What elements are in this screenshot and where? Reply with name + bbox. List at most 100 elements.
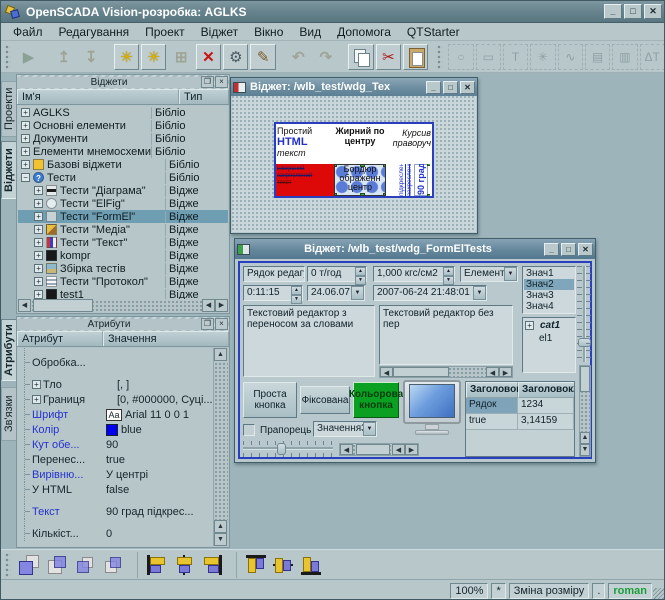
align-top-icon[interactable] — [236, 552, 268, 578]
close-button[interactable]: ✕ — [460, 81, 475, 94]
toggle-button[interactable]: Фіксована — [300, 386, 350, 414]
scroll-right-icon[interactable]: ▶ — [405, 444, 418, 455]
exec-icon[interactable]: ▶ — [16, 44, 41, 70]
maximize-button[interactable]: □ — [561, 243, 576, 256]
formel-selection-frame[interactable]: Рядок редагу 0 т/год ▲▼ 1,000 кгс/см2 ▲▼… — [238, 261, 592, 459]
rise-up-icon[interactable] — [72, 552, 98, 578]
vertical-slider[interactable] — [577, 266, 591, 362]
scroll-thumb[interactable] — [33, 299, 93, 312]
scroll-up-icon[interactable]: ▲ — [214, 348, 227, 361]
tree-row[interactable]: + Тести "Медіа" Відже — [18, 223, 228, 236]
tree-row[interactable]: + Основні елементи Бібліо — [18, 119, 228, 132]
attribute-row[interactable]: Шрифт Aa Arial 11 0 0 1 — [24, 407, 213, 422]
tree-expander-icon[interactable]: + — [34, 225, 43, 234]
tree-row[interactable]: + Тести "Протокол" Відже — [18, 275, 228, 288]
tree-expander-icon[interactable]: + — [21, 147, 30, 156]
minimize-button[interactable]: _ — [604, 4, 622, 19]
palette-toolbar-drag-handle[interactable] — [437, 45, 443, 69]
tree-expander-icon[interactable]: + — [21, 121, 30, 130]
list-item[interactable]: Знач4 — [524, 301, 574, 312]
vertical-scrollbar[interactable]: ▲ ▼ — [579, 365, 591, 457]
attribute-row[interactable] — [24, 519, 213, 526]
tree-expander-icon[interactable]: + — [21, 134, 30, 143]
attribute-row[interactable]: У HTML false — [24, 482, 213, 497]
column-name[interactable]: Ім'я — [17, 89, 179, 104]
scroll-left-icon[interactable]: ◀ — [392, 444, 405, 455]
minimize-button[interactable]: _ — [426, 81, 441, 94]
list-item[interactable]: Знач2 — [524, 279, 574, 290]
attribute-row[interactable]: Обробка... — [24, 355, 213, 370]
line-edit-field[interactable]: Рядок редагу — [243, 266, 305, 282]
real-spinbox[interactable]: 1,000 кгс/см2 ▲▼ — [373, 266, 455, 282]
spin-up-icon[interactable]: ▲ — [443, 267, 454, 276]
scroll-left-icon[interactable]: ◀ — [202, 299, 215, 312]
attr-expander-icon[interactable]: + — [32, 380, 41, 389]
attributes-vscrollbar[interactable]: ▲ ▲ ▼ — [214, 348, 228, 546]
text-window-canvas[interactable]: Простий HTML текст Жирний по центру Курс… — [232, 96, 476, 232]
tree-expander-icon[interactable]: + — [34, 277, 43, 286]
text-window-titlebar[interactable]: Віджет: /wlb_test/wdg_Tex _ □ ✕ — [231, 78, 477, 96]
scroll-left-icon[interactable]: ◀ — [340, 444, 353, 455]
attributes-panel-header[interactable]: Атрибути ❐ × — [17, 317, 229, 331]
textarea-hscrollbar[interactable]: ◀ ◀ ▶ — [379, 366, 513, 378]
tree-row[interactable]: + Тести "FormEl" Відже — [18, 210, 228, 223]
tree-expander-icon[interactable]: + — [34, 186, 43, 195]
scroll-left-icon[interactable]: ◀ — [380, 367, 393, 377]
db-save-icon[interactable]: ↧ — [78, 44, 103, 70]
spin-up-icon[interactable]: ▲ — [355, 267, 366, 276]
scroll-down-icon[interactable]: ▼ — [580, 444, 590, 456]
combo-dropdown-icon[interactable]: ▼ — [473, 286, 486, 300]
simple-button[interactable]: Проста кнопка — [243, 382, 297, 418]
tree-row[interactable]: + Збірка тестів Відже — [18, 262, 228, 275]
align-right-icon[interactable] — [199, 552, 225, 578]
toolbar-drag-handle[interactable] — [5, 45, 11, 69]
scroll-left-icon[interactable]: ◀ — [486, 367, 499, 377]
scroll-thumb[interactable] — [393, 367, 449, 377]
tree-row[interactable]: + Тести "ElFig" Відже — [18, 197, 228, 210]
element-combobox[interactable]: Елемент ▼ — [460, 266, 518, 282]
attribute-row[interactable]: Текст 90 град підкрес... — [24, 504, 213, 519]
tree-row[interactable]: + AGLKS Бібліо — [18, 106, 228, 119]
values-listbox[interactable]: Знач1Знач2Знач3Знач4 — [522, 266, 576, 314]
horizontal-scrollbar[interactable]: ◀ ◀ ▶ — [339, 443, 419, 456]
tree-row[interactable]: + Тести "Діаграма" Відже — [18, 184, 228, 197]
scroll-down-icon[interactable]: ▼ — [214, 533, 227, 546]
tree-row[interactable]: + kompr Відже — [18, 249, 228, 262]
attribute-row[interactable] — [24, 370, 213, 377]
column-type[interactable]: Тип — [179, 89, 229, 104]
cut-icon[interactable]: ✂ — [376, 44, 401, 70]
table-cell[interactable]: 3,14159 — [518, 414, 574, 430]
text-cell-border-image[interactable]: Бордюр ображенн центр — [334, 164, 386, 196]
attributes-panel-close-icon[interactable]: × — [215, 318, 228, 330]
minimize-button[interactable]: _ — [544, 243, 559, 256]
list-item[interactable]: Знач3 — [524, 290, 574, 301]
value-combobox[interactable]: Значення3 ▼ — [313, 421, 377, 437]
main-titlebar[interactable]: OpenSCADA Vision-розробка: AGLKS _ □ ✕ — [1, 1, 665, 23]
datetime-picker[interactable]: 2007-06-24 21:48:01 ▼ — [373, 285, 487, 301]
spin-down-icon[interactable]: ▼ — [443, 276, 454, 285]
item-edit-icon[interactable]: ✎ — [250, 44, 275, 70]
attribute-row[interactable]: Перенес... true — [24, 452, 213, 467]
scroll-left-icon[interactable]: ◀ — [18, 299, 31, 312]
dock-tab-links[interactable]: Зв'язки — [1, 387, 16, 441]
menu-item[interactable]: QTStarter — [399, 24, 468, 40]
attribute-row[interactable] — [24, 497, 213, 504]
column-attribute[interactable]: Атрибут — [17, 331, 103, 346]
close-button[interactable]: ✕ — [578, 243, 593, 256]
new-visual-item-icon[interactable]: ✳ — [114, 44, 139, 70]
spin-down-icon[interactable]: ▼ — [355, 276, 366, 285]
close-button[interactable]: ✕ — [644, 4, 662, 19]
color-button[interactable]: Кольорова кнопка — [353, 382, 399, 418]
attr-expander-icon[interactable]: + — [32, 395, 41, 404]
align-bottom-icon[interactable] — [298, 552, 324, 578]
time-spinbox[interactable]: 0:11:15 ▲▼ — [243, 285, 303, 301]
resize-grip[interactable] — [653, 588, 665, 600]
table-cell[interactable]: 1234 — [518, 398, 574, 414]
attribute-row[interactable] — [24, 348, 213, 355]
tree-row[interactable]: + Елементи мнемосхеми Бібліо — [18, 145, 228, 158]
checkbox-box[interactable] — [243, 424, 255, 436]
scroll-up-icon[interactable]: ▲ — [580, 432, 590, 444]
widgets-panel-float-icon[interactable]: ❐ — [201, 76, 214, 88]
menu-item[interactable]: Віджет — [193, 24, 246, 40]
scroll-thumb[interactable] — [580, 366, 590, 392]
